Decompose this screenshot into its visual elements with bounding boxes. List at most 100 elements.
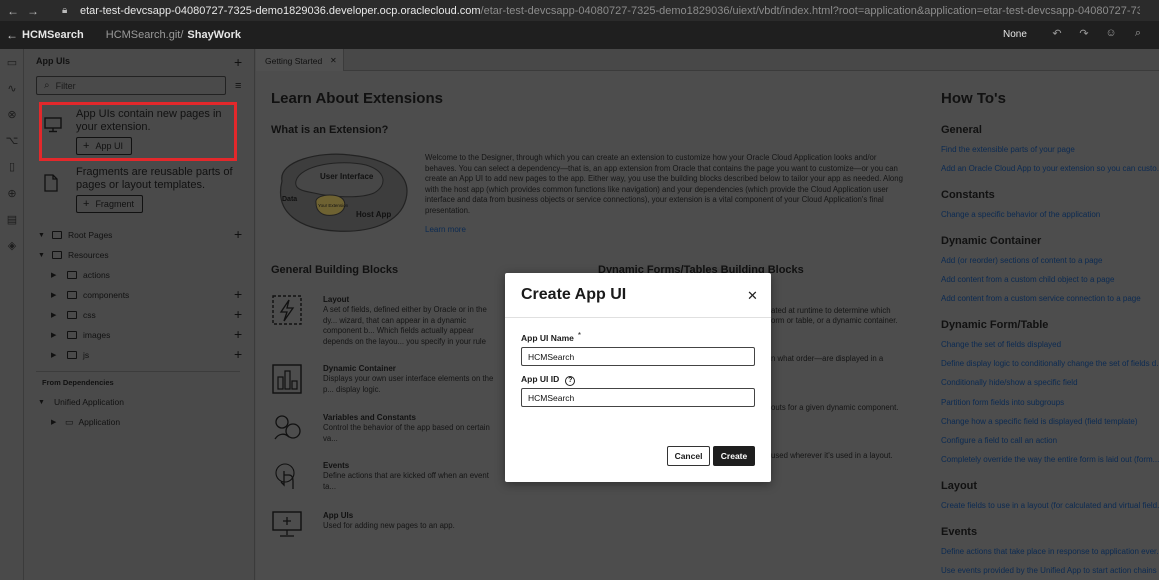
app-ui-card-text: App UIs contain new pages in your extens… bbox=[76, 108, 222, 133]
howto-link[interactable]: Define actions that take place in respon… bbox=[941, 547, 1159, 556]
add-root-page-plus-icon[interactable]: + bbox=[234, 227, 242, 241]
diagram-ui-label: User Interface bbox=[320, 172, 374, 181]
howto-link[interactable]: Add an Oracle Cloud App to your extensio… bbox=[941, 164, 1159, 173]
howto-link[interactable]: Change how a specific field is displayed… bbox=[941, 417, 1138, 426]
forward-arrow-icon[interactable]: → bbox=[26, 4, 40, 18]
howto-link[interactable]: Add content from a custom service connec… bbox=[941, 294, 1141, 303]
back-icon[interactable]: ← bbox=[6, 28, 20, 42]
block-desc: Control the behavior of the app based on… bbox=[323, 423, 490, 443]
tree-js[interactable]: ▶ js bbox=[51, 348, 89, 362]
create-button[interactable]: Create bbox=[713, 446, 755, 466]
folder-icon bbox=[52, 251, 62, 259]
hamburger-menu-icon[interactable]: ≡ bbox=[235, 80, 241, 92]
add-js-plus-icon[interactable]: + bbox=[234, 347, 242, 361]
address-bar[interactable]: etar-test-devcsapp-04080727-7325-demo182… bbox=[80, 5, 1140, 17]
block-title: Dynamic Container bbox=[323, 364, 396, 373]
dialog-title: Create App UI bbox=[521, 286, 627, 303]
block-title: Layout bbox=[323, 295, 350, 304]
app-ui-id-input[interactable] bbox=[521, 388, 755, 407]
app-ui-name-input[interactable] bbox=[521, 347, 755, 366]
smiley-icon[interactable]: ☺ bbox=[1104, 27, 1118, 41]
monitor-icon[interactable]: ▭ bbox=[5, 56, 19, 70]
caret-down-icon: ▼ bbox=[38, 231, 45, 239]
block-desc: Define actions that are kicked off when … bbox=[323, 471, 489, 491]
tree-images[interactable]: ▶ images bbox=[51, 328, 110, 342]
tree-components[interactable]: ▶ components bbox=[51, 288, 129, 302]
branch-name[interactable]: ShayWork bbox=[187, 29, 241, 41]
howto-link[interactable]: Define display logic to conditionally ch… bbox=[941, 359, 1159, 368]
add-image-plus-icon[interactable]: + bbox=[234, 327, 242, 341]
howto-link[interactable]: Configure a field to call an action bbox=[941, 436, 1057, 445]
add-component-plus-icon[interactable]: + bbox=[234, 287, 242, 301]
tree-actions[interactable]: ▶ actions bbox=[51, 268, 110, 282]
howto-link[interactable]: Use events provided by the Unified App t… bbox=[941, 566, 1157, 575]
tree-unified-application[interactable]: ▼ Unified Application bbox=[38, 395, 124, 409]
app-name: HCMSearch bbox=[22, 29, 84, 41]
component-icon[interactable]: ◈ bbox=[5, 239, 19, 253]
add-css-plus-icon[interactable]: + bbox=[234, 307, 242, 321]
caret-down-icon: ▼ bbox=[38, 251, 45, 259]
add-app-ui-plus-icon[interactable]: + bbox=[234, 55, 242, 69]
dynamic-block-text: ated at runtime to determine which bbox=[771, 306, 891, 315]
tab-getting-started[interactable]: Getting Started ✕ bbox=[256, 49, 344, 71]
howto-link[interactable]: Completely override the way the entire f… bbox=[941, 455, 1159, 464]
howto-link[interactable]: Partition form fields into subgroups bbox=[941, 398, 1064, 407]
page-icon[interactable]: ▯ bbox=[5, 160, 19, 174]
events-icon bbox=[275, 463, 295, 489]
redo-icon[interactable]: ↷ bbox=[1077, 27, 1091, 41]
block-title: Events bbox=[323, 461, 350, 470]
howto-link[interactable]: Add content from a custom child object t… bbox=[941, 275, 1114, 284]
folder-icon bbox=[52, 231, 62, 239]
fragment-card-icon bbox=[44, 174, 58, 192]
howto-link[interactable]: Find the extensible parts of your page bbox=[941, 145, 1075, 154]
dynamic-block-text: orm or table, or a dynamic container. bbox=[771, 316, 898, 325]
tree-application[interactable]: ▶ ▭ Application bbox=[51, 415, 120, 429]
howto-link[interactable]: Conditionally hide/show a specific field bbox=[941, 378, 1078, 387]
back-arrow-icon[interactable]: ← bbox=[6, 4, 20, 18]
caret-down-icon: ▼ bbox=[38, 398, 45, 406]
extension-diagram: User Interface Data Your Extension Host … bbox=[279, 153, 408, 232]
document-icon[interactable]: ▤ bbox=[5, 213, 19, 227]
tree-resources[interactable]: ▼ Resources bbox=[38, 248, 109, 262]
howto-link[interactable]: Change a specific behavior of the applic… bbox=[941, 210, 1100, 219]
app-ui-name-label: App UI Name * bbox=[521, 331, 582, 343]
undo-icon[interactable]: ↶ bbox=[1050, 27, 1064, 41]
add-fragment-button[interactable]: + Fragment bbox=[76, 195, 143, 213]
mode-selector[interactable]: None bbox=[1003, 29, 1027, 40]
help-icon[interactable]: ? bbox=[565, 376, 576, 386]
search-icon[interactable]: ⌕ bbox=[1131, 27, 1145, 41]
pulse-icon[interactable]: ∿ bbox=[5, 82, 19, 96]
howto-link[interactable]: Create fields to use in a layout (for ca… bbox=[941, 501, 1159, 510]
dynamic-block-text: n what order—are displayed in a bbox=[771, 354, 884, 363]
learn-more-link[interactable]: Learn more bbox=[425, 225, 466, 234]
dependencies-label: From Dependencies bbox=[42, 378, 114, 387]
cancel-button[interactable]: Cancel bbox=[667, 446, 710, 466]
monitor-icon: ▭ bbox=[65, 416, 74, 427]
browser-toolbar: ← → 🔒︎ etar-test-devcsapp-04080727-7325-… bbox=[0, 0, 1159, 21]
repo-name[interactable]: HCMSearch.git/ bbox=[106, 29, 184, 41]
diagram-host-label: Host App bbox=[356, 210, 391, 219]
general-blocks-heading: General Building Blocks bbox=[271, 264, 399, 276]
filter-search-icon: ⌕ bbox=[44, 80, 50, 91]
howto-link[interactable]: Change the set of fields displayed bbox=[941, 340, 1061, 349]
app-uis-panel: App UIs + ⌕ Filter ≡ App UIs contain new… bbox=[25, 49, 255, 580]
activity-bar: ▭ ∿ ⊗ ⌥ ▯ ⊕ ▤ ◈ bbox=[0, 49, 24, 580]
howto-link[interactable]: Add (or reorder) sections of content to … bbox=[941, 256, 1102, 265]
caret-right-icon: ▶ bbox=[51, 419, 57, 426]
folder-icon bbox=[67, 311, 77, 319]
howto-section-constants: Constants bbox=[941, 189, 995, 201]
close-icon[interactable]: ✕ bbox=[747, 288, 758, 304]
globe-icon[interactable]: ⊕ bbox=[5, 187, 19, 201]
close-tab-icon[interactable]: ✕ bbox=[330, 56, 337, 65]
add-app-ui-button[interactable]: + App UI bbox=[76, 137, 132, 155]
diagram-ext-label: Your Extension bbox=[318, 203, 349, 208]
app-header: ← HCMSearch HCMSearch.git/ ShayWork None… bbox=[0, 21, 1159, 49]
flow-icon[interactable]: ⌥ bbox=[5, 134, 19, 148]
variables-icon[interactable]: ⊗ bbox=[5, 108, 19, 122]
filter-input[interactable]: ⌕ Filter bbox=[36, 76, 226, 95]
folder-icon bbox=[67, 291, 77, 299]
block-desc: Used for adding new pages to an app. bbox=[323, 521, 455, 530]
tree-css[interactable]: ▶ css bbox=[51, 308, 96, 322]
tree-root-pages[interactable]: ▼ Root Pages bbox=[38, 228, 112, 242]
dynamic-block-text: used wherever it's used in a layout. bbox=[771, 451, 893, 460]
